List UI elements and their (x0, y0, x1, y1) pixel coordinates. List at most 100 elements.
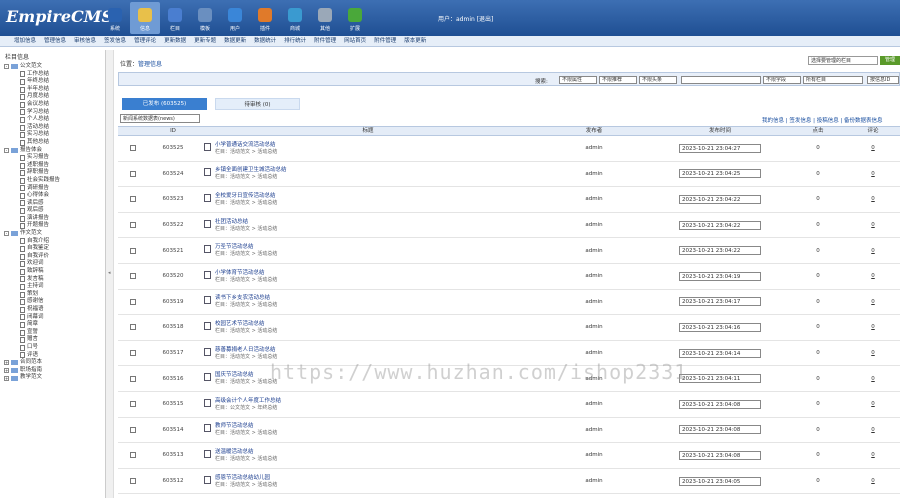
topnav-edit-button[interactable]: 信息 (130, 2, 160, 34)
row-comments-link[interactable]: 0 (846, 171, 900, 177)
submenu-item[interactable]: 管理信息 (44, 36, 66, 46)
column-header[interactable]: 评论 (846, 127, 900, 135)
topnav-plugin-button[interactable]: 插件 (250, 2, 280, 34)
row-id[interactable]: 603513 (148, 452, 198, 458)
row-time-field[interactable]: 2023-10-21 23:04:14 (679, 348, 761, 358)
tree-item[interactable]: 感谢信 (0, 298, 105, 306)
quick-links[interactable]: 我的信息 | 签发信息 | 投稿信息 | 备份数据表信息 (762, 116, 883, 124)
tab-published[interactable]: 已发布 (603525) (122, 98, 207, 110)
row-category[interactable]: 栏目：公文范文 > 年终总结 (215, 405, 281, 411)
tree-item[interactable]: 工作总结 (0, 71, 105, 79)
tree-item[interactable]: 调研报告 (0, 185, 105, 193)
row-id[interactable]: 603522 (148, 222, 198, 228)
submenu-item[interactable]: 网站首页 (344, 36, 366, 46)
field-select[interactable]: 不限字段 (763, 76, 801, 84)
collapse-icon[interactable]: - (4, 64, 9, 70)
row-id[interactable]: 603521 (148, 248, 198, 254)
tree-item[interactable]: 口号 (0, 344, 105, 352)
row-time-field[interactable]: 2023-10-21 23:04:25 (679, 169, 761, 179)
tree-item[interactable]: 社会实践报告 (0, 177, 105, 185)
row-checkbox[interactable] (130, 452, 136, 459)
tree-item[interactable]: 发言稿 (0, 276, 105, 284)
row-time-field[interactable]: 2023-10-21 23:04:08 (679, 425, 761, 435)
submenu-item[interactable]: 附件管理 (314, 36, 336, 46)
row-title-link[interactable]: 小学普通话交流活动总结 (215, 142, 277, 149)
row-category[interactable]: 栏目：活动范文 > 活动总结 (215, 328, 277, 334)
row-comments-link[interactable]: 0 (846, 273, 900, 279)
category-select[interactable]: 所有栏目 (803, 76, 863, 84)
row-comments-link[interactable]: 0 (846, 299, 900, 305)
row-comments-link[interactable]: 0 (846, 401, 900, 407)
collapse-icon[interactable]: - (4, 147, 9, 153)
row-id[interactable]: 603514 (148, 427, 198, 433)
attribute-select[interactable]: 不限属性 (559, 76, 597, 84)
tree-item[interactable]: + 职场指南 (0, 367, 105, 375)
tree-item[interactable]: 个人总结 (0, 116, 105, 124)
row-id[interactable]: 603520 (148, 273, 198, 279)
tree-item[interactable]: 简章 (0, 321, 105, 329)
row-checkbox[interactable] (130, 222, 136, 229)
row-category[interactable]: 栏目：活动范文 > 活动总结 (215, 354, 277, 360)
row-id[interactable]: 603518 (148, 324, 198, 330)
table-select[interactable]: 新闻系统数据表(news) (120, 114, 200, 123)
tree-item[interactable]: 祝福语 (0, 306, 105, 314)
row-time-field[interactable]: 2023-10-21 23:04:08 (679, 399, 761, 409)
row-time-field[interactable]: 2023-10-21 23:04:19 (679, 271, 761, 281)
manage-button[interactable]: 管理 (880, 56, 900, 65)
row-id[interactable]: 603512 (148, 478, 198, 484)
submenu-item[interactable]: 管理评论 (134, 36, 156, 46)
row-checkbox[interactable] (130, 375, 136, 382)
row-title-link[interactable]: 校园艺术节活动总结 (215, 321, 277, 328)
user-info[interactable]: 用户：admin [退出] (438, 14, 493, 23)
submenu-item[interactable]: 数据统计 (254, 36, 276, 46)
tree-item[interactable]: 辞职报告 (0, 169, 105, 177)
row-comments-link[interactable]: 0 (846, 248, 900, 254)
tab-pending[interactable]: 待审核 (0) (215, 98, 300, 110)
column-header[interactable]: 发布时间 (650, 127, 790, 135)
topnav-plus-button[interactable]: 扩展 (340, 2, 370, 34)
row-id[interactable]: 603519 (148, 299, 198, 305)
row-comments-link[interactable]: 0 (846, 324, 900, 330)
row-comments-link[interactable]: 0 (846, 350, 900, 356)
column-header[interactable]: 发布者 (538, 127, 650, 135)
tree-item[interactable]: 赠言 (0, 336, 105, 344)
submenu-item[interactable]: 数据更新 (224, 36, 246, 46)
tree-item[interactable]: 自我鉴定 (0, 245, 105, 253)
row-time-field[interactable]: 2023-10-21 23:04:08 (679, 450, 761, 460)
expand-icon[interactable]: + (4, 375, 9, 381)
row-checkbox[interactable] (130, 196, 136, 203)
tree-item[interactable]: 观后感 (0, 207, 105, 215)
submenu-item[interactable]: 版本更新 (404, 36, 426, 46)
tree-item[interactable]: 评语 (0, 352, 105, 360)
tree-item[interactable]: 实习总结 (0, 131, 105, 139)
row-category[interactable]: 栏目：活动范文 > 活动总结 (215, 302, 277, 308)
submenu-item[interactable]: 增加信息 (14, 36, 36, 46)
tree-item[interactable]: 开题报告 (0, 222, 105, 230)
column-header[interactable]: ID (148, 127, 198, 135)
row-category[interactable]: 栏目：活动范文 > 活动总结 (215, 174, 287, 180)
row-comments-link[interactable]: 0 (846, 376, 900, 382)
row-id[interactable]: 603525 (148, 145, 198, 151)
submenu-item[interactable]: 排行统计 (284, 36, 306, 46)
tree-item[interactable]: 欢迎词 (0, 260, 105, 268)
tree-item[interactable]: 活动总结 (0, 124, 105, 132)
tree-item[interactable]: 会议总结 (0, 101, 105, 109)
row-time-field[interactable]: 2023-10-21 23:04:27 (679, 143, 761, 153)
row-checkbox[interactable] (130, 273, 136, 280)
row-comments-link[interactable]: 0 (846, 427, 900, 433)
row-time-field[interactable]: 2023-10-21 23:04:22 (679, 194, 761, 204)
column-select[interactable]: 选择要管理的栏目 (808, 56, 878, 65)
expand-icon[interactable]: + (4, 368, 9, 374)
row-title-link[interactable]: 送温暖活动总结 (215, 449, 277, 456)
topnav-user-button[interactable]: 用户 (220, 2, 250, 34)
tree-item[interactable]: 心得体会 (0, 192, 105, 200)
topnav-gear-button[interactable]: 其他 (310, 2, 340, 34)
submenu-item[interactable]: 更新专题 (194, 36, 216, 46)
tree-item[interactable]: 年终总结 (0, 78, 105, 86)
row-title-link[interactable]: 慈善募捐老人日活动总结 (215, 347, 277, 354)
tree-item[interactable]: - 公文范文 (0, 63, 105, 71)
row-id[interactable]: 603524 (148, 171, 198, 177)
row-comments-link[interactable]: 0 (846, 145, 900, 151)
submenu-item[interactable]: 更新数据 (164, 36, 186, 46)
column-header[interactable]: 点击 (790, 127, 846, 135)
